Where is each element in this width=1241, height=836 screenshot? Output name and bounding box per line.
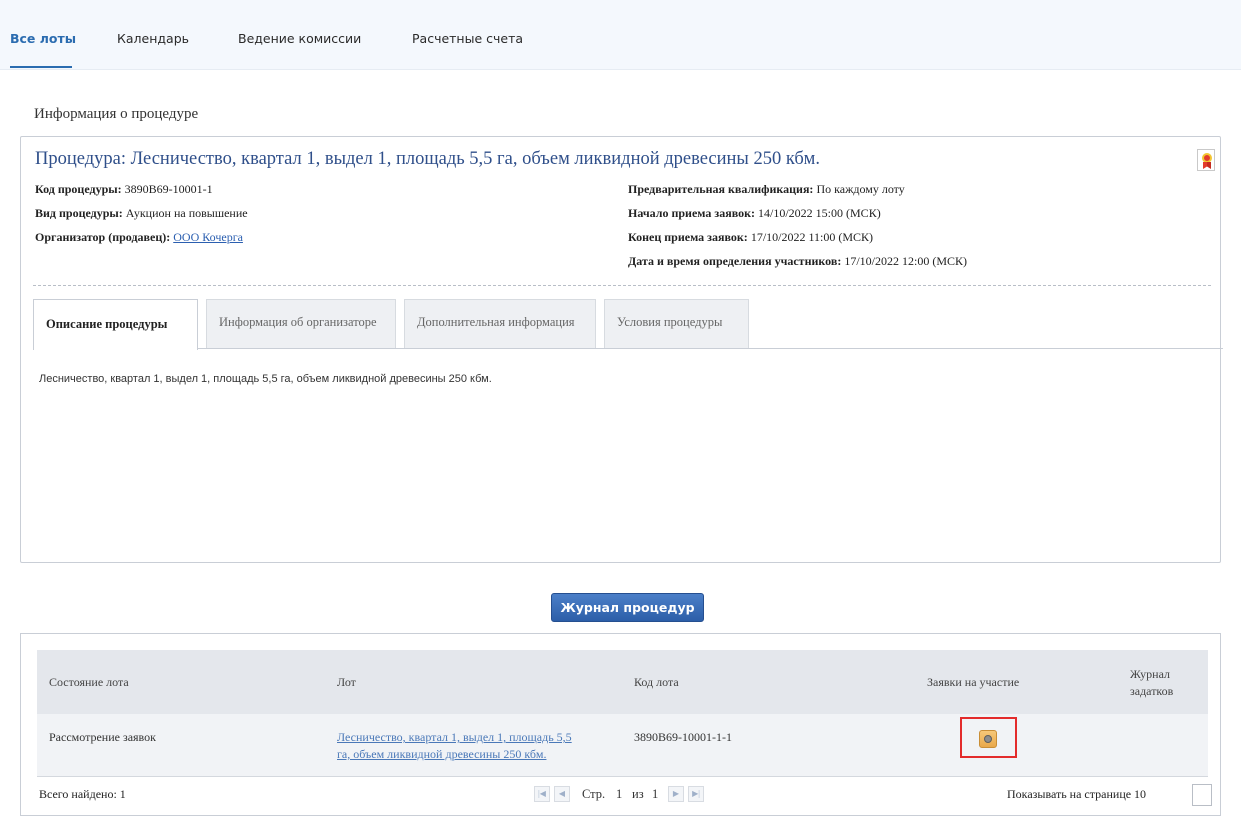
tab-calendar[interactable]: Календарь [117, 31, 189, 46]
lot-state: Рассмотрение заявок [49, 730, 156, 744]
procedure-type: Вид процедуры: Аукцион на повышение [35, 206, 248, 220]
col-applications[interactable]: Заявки на участие [927, 674, 1019, 691]
per-page-value: 10 [1134, 787, 1146, 801]
tab-commission[interactable]: Ведение комиссии [238, 31, 361, 46]
active-tab-underline [10, 66, 72, 68]
col-lot[interactable]: Лот [337, 674, 356, 691]
page-number[interactable]: 1 [616, 787, 622, 802]
per-page-label: Показывать на странице [1007, 787, 1132, 801]
applications-cell-highlight [960, 717, 1017, 758]
lots-table: Состояние лота Лот Код лота Заявки на уч… [20, 633, 1221, 816]
organizer-link[interactable]: ООО Кочерга [173, 230, 243, 244]
procedure-subtabs: Описание процедуры Информация об организ… [33, 299, 1223, 350]
subtab-additional-info[interactable]: Дополнительная информация [404, 299, 596, 349]
table-footer: Всего найдено: 1 |◀ ◀ Стр. 1 из 1 ▶ ▶| П… [37, 784, 1212, 808]
application-end: Конец приема заявок: 17/10/2022 11:00 (М… [628, 230, 874, 244]
procedure-panel: Процедура: Лесничество, квартал 1, выдел… [20, 136, 1223, 563]
prev-page-icon[interactable]: ◀ [554, 786, 570, 802]
section-title: Информация о процедуре [34, 106, 199, 122]
award-ribbon-icon[interactable] [1197, 149, 1215, 171]
subtab-procedure-terms[interactable]: Условия процедуры [604, 299, 749, 349]
lot-code: 3890B69-10001-1-1 [634, 730, 732, 744]
top-navigation: Все лоты Календарь Ведение комиссии Расч… [0, 0, 1241, 70]
tab-all-lots[interactable]: Все лоты [10, 31, 76, 46]
total-pages: 1 [652, 787, 659, 801]
subtab-description[interactable]: Описание процедуры [33, 299, 198, 350]
first-page-icon[interactable]: |◀ [534, 786, 550, 802]
procedure-organizer: Организатор (продавец): ООО Кочерга [35, 230, 243, 244]
participants-date: Дата и время определения участников: 17/… [628, 254, 967, 268]
procedure-description: Лесничество, квартал 1, выдел 1, площадь… [39, 373, 492, 385]
prequalification: Предварительная квалификация: По каждому… [628, 182, 905, 196]
lot-link[interactable]: Лесничество, квартал 1, выдел 1, площадь… [337, 729, 572, 763]
next-page-icon[interactable]: ▶ [668, 786, 684, 802]
col-deposit-journal[interactable]: Журнал задатков [1130, 666, 1173, 700]
table-header: Состояние лота Лот Код лота Заявки на уч… [37, 650, 1208, 714]
page-label: Стр. [582, 787, 606, 801]
subtab-organizer-info[interactable]: Информация об организаторе [206, 299, 396, 349]
subtabs-baseline [33, 348, 1223, 349]
procedure-code: Код процедуры: 3890B69-10001-1 [35, 182, 213, 196]
procedure-title: Процедура: Лесничество, квартал 1, выдел… [35, 149, 820, 169]
divider [33, 285, 1211, 286]
procedure-journal-button[interactable]: Журнал процедур [551, 593, 704, 622]
table-row: Рассмотрение заявок Лесничество, квартал… [37, 714, 1208, 777]
tab-settlement-accounts[interactable]: Расчетные счета [412, 31, 523, 46]
application-start: Начало приема заявок: 14/10/2022 15:00 (… [628, 206, 881, 220]
total-found: Всего найдено: 1 [39, 787, 126, 801]
per-page-select[interactable] [1192, 784, 1212, 806]
last-page-icon[interactable]: ▶| [688, 786, 704, 802]
of-label: из [632, 787, 644, 801]
col-lot-state[interactable]: Состояние лота [49, 674, 129, 691]
view-applications-icon[interactable] [979, 730, 997, 748]
col-lot-code[interactable]: Код лота [634, 674, 679, 691]
